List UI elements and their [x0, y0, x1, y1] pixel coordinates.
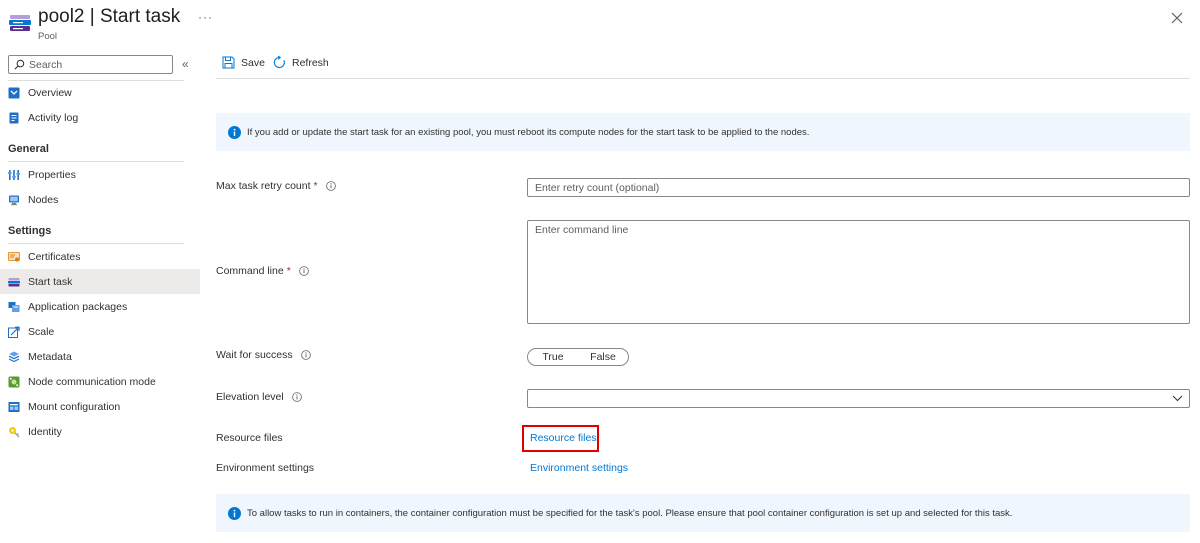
- refresh-button[interactable]: Refresh: [273, 56, 329, 69]
- save-button[interactable]: Save: [222, 56, 265, 69]
- sidebar-item-start-task[interactable]: Start task: [0, 269, 200, 294]
- wait-for-success-label-text: Wait for success: [216, 349, 293, 361]
- sidebar-item-label: Application packages: [28, 300, 128, 313]
- sidebar-item-label: Mount configuration: [28, 400, 121, 413]
- info-banner-text: If you add or update the start task for …: [247, 126, 810, 138]
- resource-files-label: Resource files: [216, 432, 283, 444]
- more-options-button[interactable]: ···: [198, 10, 213, 24]
- info-tooltip-icon[interactable]: [291, 392, 302, 402]
- sidebar-item-label: Start task: [28, 275, 73, 288]
- resource-files-label-text: Resource files: [216, 432, 283, 444]
- info-banner-containers: To allow tasks to run in containers, the…: [216, 494, 1190, 532]
- sidebar-item-label: Certificates: [28, 250, 81, 263]
- environment-settings-label-text: Environment settings: [216, 462, 315, 474]
- sidebar-item-scale[interactable]: Scale: [0, 319, 200, 344]
- sidebar-item-overview[interactable]: Overview: [0, 80, 200, 105]
- environment-settings-label: Environment settings: [216, 462, 314, 474]
- command-line-input[interactable]: [527, 220, 1190, 324]
- info-banner-text: To allow tasks to run in containers, the…: [247, 507, 1013, 519]
- required-marker: *: [313, 180, 318, 192]
- environment-settings-link[interactable]: Environment settings: [530, 462, 628, 474]
- nodes-icon: [8, 194, 20, 206]
- search-input[interactable]: [29, 58, 169, 71]
- info-icon: [228, 125, 241, 139]
- wait-for-success-label: Wait for success: [216, 349, 311, 361]
- batch-pool-icon: [9, 14, 31, 32]
- sidebar-item-label: Nodes: [28, 193, 59, 206]
- group-title-general: General: [8, 143, 49, 155]
- group-title-settings: Settings: [8, 225, 52, 237]
- sidebar-item-application-packages[interactable]: Application packages: [0, 294, 200, 319]
- sidebar-item-label: Overview: [28, 86, 72, 99]
- command-line-label-text: Command line: [216, 265, 284, 277]
- info-tooltip-icon[interactable]: [298, 266, 309, 276]
- page-subtitle: Pool: [38, 31, 58, 42]
- overview-icon: [8, 87, 20, 99]
- sidebar-item-node-communication-mode[interactable]: Node communication mode: [0, 369, 200, 394]
- toolbar-divider: [216, 78, 1190, 79]
- metadata-icon: [8, 351, 20, 363]
- required-marker: *: [286, 265, 291, 277]
- sidebar-item-certificates[interactable]: Certificates: [0, 244, 200, 269]
- page-title: pool2 | Start task: [38, 6, 181, 27]
- chevron-down-icon: [1172, 395, 1183, 402]
- sidebar-item-label: Scale: [28, 325, 55, 338]
- info-tooltip-icon[interactable]: [325, 181, 336, 191]
- sidebar-search[interactable]: [8, 55, 173, 74]
- mount-configuration-icon: [8, 401, 20, 413]
- toggle-option-false[interactable]: False: [578, 349, 628, 365]
- sidebar-item-identity[interactable]: Identity: [0, 419, 200, 444]
- start-task-icon: [8, 276, 20, 288]
- scale-icon: [8, 326, 20, 338]
- sidebar-item-nodes[interactable]: Nodes: [0, 187, 200, 212]
- application-packages-icon: [8, 301, 20, 313]
- properties-icon: [8, 169, 20, 181]
- sidebar-item-mount-configuration[interactable]: Mount configuration: [0, 394, 200, 419]
- sidebar-item-activity-log[interactable]: Activity log: [0, 105, 200, 130]
- node-communication-icon: [8, 376, 20, 388]
- refresh-icon: [273, 56, 285, 69]
- retry-count-label: Max task retry count *: [216, 180, 336, 192]
- sidebar-item-label: Node communication mode: [28, 375, 156, 388]
- collapse-sidebar-button[interactable]: «: [182, 57, 189, 71]
- sidebar-item-properties[interactable]: Properties: [0, 162, 200, 187]
- activity-log-icon: [8, 112, 20, 124]
- command-line-label: Command line *: [216, 265, 309, 277]
- sidebar-item-metadata[interactable]: Metadata: [0, 344, 200, 369]
- save-label: Save: [241, 56, 265, 69]
- wait-for-success-toggle[interactable]: True False: [527, 348, 629, 366]
- certificates-icon: [8, 251, 20, 263]
- retry-count-input[interactable]: [527, 178, 1190, 197]
- refresh-label: Refresh: [292, 56, 329, 69]
- close-icon[interactable]: [1170, 11, 1184, 25]
- elevation-level-label: Elevation level: [216, 391, 302, 403]
- search-icon: [14, 59, 25, 70]
- resource-files-link[interactable]: Resource files: [530, 432, 597, 444]
- info-tooltip-icon[interactable]: [300, 350, 311, 360]
- identity-icon: [8, 426, 20, 438]
- sidebar-item-label: Metadata: [28, 350, 72, 363]
- save-icon: [222, 56, 235, 69]
- elevation-level-dropdown[interactable]: [527, 389, 1190, 408]
- sidebar-item-label: Identity: [28, 425, 62, 438]
- toggle-option-true[interactable]: True: [528, 349, 578, 365]
- retry-count-label-text: Max task retry count: [216, 180, 311, 192]
- elevation-level-label-text: Elevation level: [216, 391, 284, 403]
- info-banner-reboot: If you add or update the start task for …: [216, 113, 1190, 151]
- info-icon: [228, 506, 241, 520]
- sidebar-item-label: Activity log: [28, 111, 79, 124]
- sidebar-item-label: Properties: [28, 168, 76, 181]
